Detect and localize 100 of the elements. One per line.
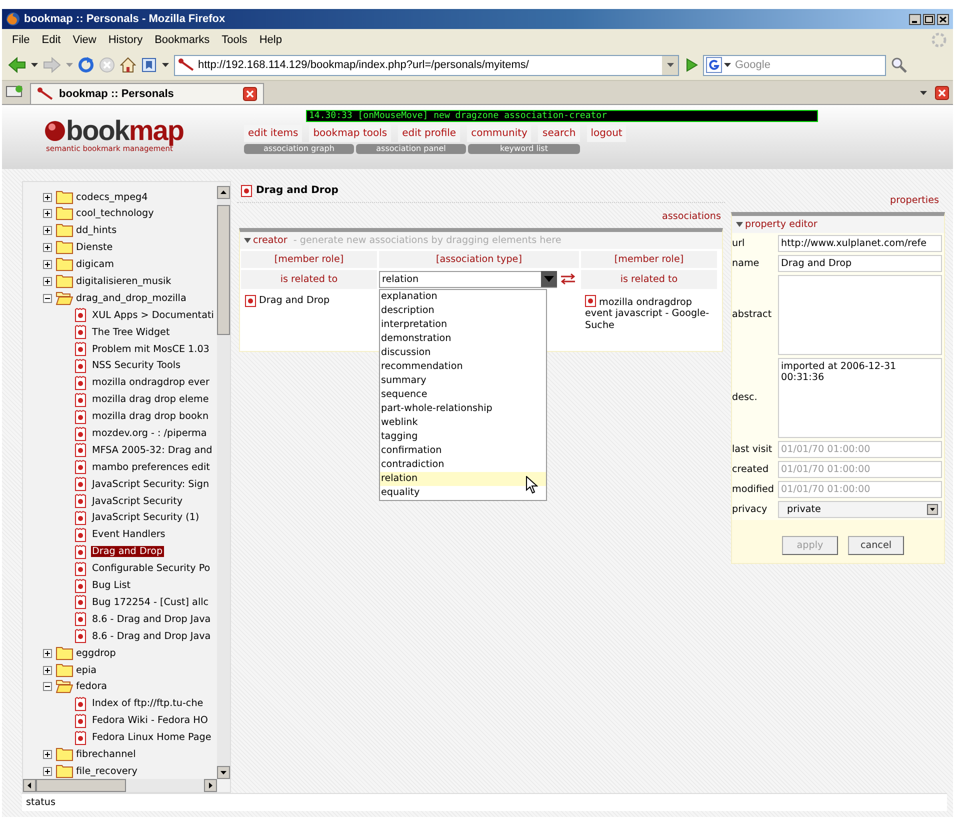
- tree-item[interactable]: fedora: [75, 681, 108, 692]
- search-engine-icon[interactable]: [706, 57, 722, 73]
- tree-item[interactable]: digitalisieren_musik: [75, 276, 172, 288]
- text-field[interactable]: http://www.xulplanet.com/refe: [778, 234, 942, 252]
- tree-item[interactable]: NSS Security Tools: [91, 360, 182, 372]
- tree-item[interactable]: mozilla drag drop eleme: [91, 394, 210, 406]
- caret-icon[interactable]: [724, 63, 731, 67]
- minimize-icon[interactable]: [909, 14, 921, 24]
- nav-button[interactable]: search: [538, 125, 580, 142]
- tree-item[interactable]: dd_hints: [75, 225, 118, 236]
- tree-item[interactable]: Index of ftp://ftp.tu-che: [91, 698, 204, 710]
- plus-icon[interactable]: [43, 666, 52, 674]
- search-field[interactable]: Google: [703, 54, 886, 76]
- dropdown-option[interactable]: discussion: [380, 346, 546, 360]
- caret-icon[interactable]: [920, 90, 927, 94]
- tree-item[interactable]: 8.6 - Drag and Drop Java: [91, 614, 212, 625]
- plus-icon[interactable]: [43, 648, 52, 658]
- menu-item[interactable]: Edit: [38, 32, 69, 46]
- plus-icon[interactable]: [43, 260, 52, 270]
- back-arrow-icon[interactable]: [8, 57, 26, 73]
- tree-item[interactable]: The Tree Widget: [91, 326, 171, 338]
- role-label[interactable]: is related to: [581, 270, 717, 289]
- menu-item[interactable]: File: [8, 32, 38, 46]
- caret-icon[interactable]: [162, 63, 169, 67]
- member-item[interactable]: mozilla ondragdrop event javascript - Google-Suche: [585, 294, 713, 332]
- tree-item[interactable]: mozilla ondragdrop ever: [91, 377, 210, 388]
- dropdown-option[interactable]: demonstration: [380, 332, 546, 346]
- dropdown-option[interactable]: relation: [380, 472, 546, 486]
- scroll-thumb[interactable]: [36, 778, 126, 792]
- tree-item[interactable]: Event Handlers: [91, 529, 166, 540]
- tree-item[interactable]: digicam: [75, 259, 116, 270]
- scroll-right-icon[interactable]: [204, 778, 217, 792]
- browser-tab[interactable]: bookmap :: Personals: [30, 83, 264, 104]
- reload-icon[interactable]: [78, 57, 94, 73]
- tree-item[interactable]: 8.6 - Drag and Drop Java: [91, 630, 212, 642]
- new-tab-icon[interactable]: [6, 84, 24, 98]
- tree-item[interactable]: Problem mit MosCE 1.03: [91, 344, 210, 355]
- scroll-left-icon[interactable]: [23, 778, 36, 792]
- collapse-triangle-icon[interactable]: [244, 238, 251, 243]
- nav-button[interactable]: edit items: [244, 125, 302, 142]
- caret-icon[interactable]: [666, 63, 674, 67]
- nav-button[interactable]: edit profile: [398, 125, 460, 142]
- tree-item[interactable]: drag_and_drop_mozilla: [75, 292, 188, 304]
- menu-item[interactable]: History: [104, 32, 151, 46]
- tree-item[interactable]: cool_technology: [75, 208, 155, 220]
- menu-item[interactable]: Tools: [218, 32, 256, 46]
- form-button[interactable]: cancel: [848, 536, 904, 555]
- close-icon[interactable]: [937, 14, 949, 24]
- plus-icon[interactable]: [43, 192, 52, 202]
- tree-item[interactable]: JavaScript Security: Sign: [91, 478, 210, 490]
- plus-icon[interactable]: [43, 226, 52, 236]
- horizontal-scrollbar[interactable]: [23, 778, 217, 792]
- tree-item[interactable]: fibrechannel: [75, 748, 137, 760]
- tree-item[interactable]: JavaScript Security: [91, 496, 184, 507]
- scroll-up-icon[interactable]: [217, 186, 230, 199]
- maximize-icon[interactable]: [923, 14, 935, 24]
- tree-item[interactable]: mozilla drag drop bookn: [91, 411, 210, 422]
- go-arrow-icon[interactable]: [684, 58, 698, 72]
- scroll-down-icon[interactable]: [217, 766, 230, 779]
- tree-item[interactable]: mozdev.org - : /piperma: [91, 428, 208, 440]
- tree-item[interactable]: mambo preferences edit: [91, 462, 211, 473]
- home-icon[interactable]: [120, 57, 136, 73]
- dropdown-option[interactable]: interpretation: [380, 318, 546, 332]
- search-icon[interactable]: [891, 57, 907, 73]
- dropdown-option[interactable]: recommendation: [380, 360, 546, 374]
- tree-item[interactable]: Fedora Wiki - Fedora HO: [91, 715, 209, 726]
- plus-icon[interactable]: [43, 766, 52, 776]
- privacy-select[interactable]: private: [778, 500, 942, 518]
- tree-item[interactable]: Bug 172254 - [Cust] allc: [91, 596, 210, 608]
- text-area[interactable]: imported at 2006-12-31 00:31:36: [778, 358, 942, 438]
- nav-button[interactable]: bookmap tools: [309, 125, 392, 142]
- minus-icon[interactable]: [43, 682, 52, 692]
- dropdown-option[interactable]: sequence: [380, 388, 546, 402]
- tree-item[interactable]: epia: [75, 664, 98, 676]
- plus-icon[interactable]: [43, 277, 52, 286]
- properties-link[interactable]: properties: [890, 194, 939, 206]
- collapse-triangle-icon[interactable]: [736, 222, 743, 227]
- dropdown-option[interactable]: description: [380, 304, 546, 318]
- menu-item[interactable]: Bookmarks: [150, 32, 218, 46]
- plus-icon[interactable]: [43, 209, 52, 218]
- dropdown-option[interactable]: contradiction: [380, 458, 546, 472]
- nav-button[interactable]: community: [467, 125, 532, 142]
- swap-arrows-icon[interactable]: [560, 273, 576, 286]
- plus-icon[interactable]: [43, 750, 52, 759]
- vertical-scrollbar[interactable]: [217, 186, 230, 779]
- minus-icon[interactable]: [43, 294, 52, 303]
- dropdown-option[interactable]: summary: [380, 374, 546, 388]
- dropdown-option[interactable]: equality: [380, 486, 546, 500]
- tree-item[interactable]: Fedora Linux Home Page: [91, 732, 212, 744]
- nav-button[interactable]: logout: [586, 125, 626, 142]
- close-icon[interactable]: [243, 87, 257, 101]
- tree-item[interactable]: Configurable Security Po: [91, 563, 212, 574]
- caret-icon[interactable]: [31, 63, 38, 67]
- tree-item[interactable]: Bug List: [91, 580, 132, 592]
- tree-item[interactable]: Dienste: [75, 242, 114, 254]
- address-field[interactable]: http://192.168.114.129/bookmap/index.php?url=/personals/myitems/: [174, 54, 679, 76]
- scroll-thumb[interactable]: [217, 204, 230, 335]
- close-icon[interactable]: [935, 86, 949, 100]
- tree-item[interactable]: JavaScript Security (1): [91, 512, 200, 524]
- dropdown-option[interactable]: tagging: [380, 430, 546, 444]
